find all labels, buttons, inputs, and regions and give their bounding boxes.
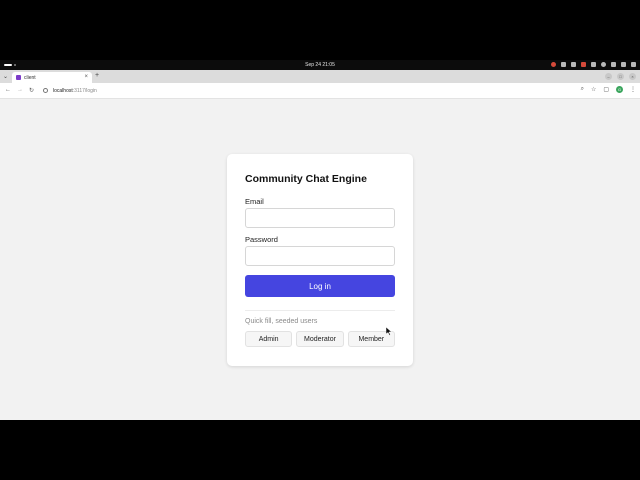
reload-icon[interactable]: ↻: [29, 87, 34, 94]
zoom-icon[interactable]: ⌕: [581, 86, 584, 93]
tab-search-icon[interactable]: ⌄: [3, 73, 8, 80]
tab-strip: ⌄ client × + – □ ×: [0, 70, 640, 83]
extensions-icon[interactable]: ▢: [603, 86, 609, 93]
screen: Sep 24 21:05 ⌄ client × + – □ × ← → ↻ lo…: [0, 0, 640, 480]
login-button[interactable]: Log in: [245, 275, 395, 297]
quick-fill-admin-button[interactable]: Admin: [245, 331, 293, 347]
divider: [245, 310, 395, 311]
page-content: Community Chat Engine Email Password Log…: [0, 99, 640, 420]
password-label: Password: [245, 235, 278, 244]
system-tray[interactable]: [551, 62, 636, 67]
mouse-cursor-icon: [386, 327, 392, 336]
favicon-icon: [16, 75, 21, 80]
new-tab-button[interactable]: +: [95, 72, 99, 79]
url-path: :3117/login: [72, 87, 97, 94]
network-icon[interactable]: [601, 62, 606, 67]
quick-fill-label: Quick fill, seeded users: [245, 318, 318, 325]
url-host: localhost: [53, 87, 73, 94]
toolbar-actions: ⌕ ☆ ▢ G ⋮: [581, 86, 636, 93]
clock[interactable]: Sep 24 21:05: [0, 62, 640, 68]
maximize-icon[interactable]: □: [617, 73, 624, 80]
wifi-icon[interactable]: [611, 62, 616, 67]
browser-toolbar: ← → ↻ localhost:3117/login ⌕ ☆ ▢ G ⋮: [0, 83, 640, 99]
tab-title: client: [24, 74, 36, 81]
forward-icon[interactable]: →: [17, 87, 23, 93]
window-controls: – □ ×: [605, 73, 636, 80]
back-icon[interactable]: ←: [5, 87, 11, 93]
keyboard-icon[interactable]: [571, 62, 576, 67]
quick-fill-buttons: Admin Moderator Member: [245, 331, 395, 347]
display-icon[interactable]: [591, 62, 596, 67]
mic-icon[interactable]: [581, 62, 586, 67]
volume-icon[interactable]: [621, 62, 626, 67]
quick-fill-moderator-button[interactable]: Moderator: [296, 331, 344, 347]
site-info-icon[interactable]: [43, 88, 48, 93]
profile-avatar[interactable]: G: [616, 86, 623, 93]
close-window-icon[interactable]: ×: [629, 73, 636, 80]
email-field[interactable]: [245, 208, 395, 228]
tab-client[interactable]: client ×: [12, 72, 92, 83]
address-bar[interactable]: localhost:3117/login: [40, 86, 585, 96]
browser-window: ⌄ client × + – □ × ← → ↻ localhost:3117/…: [0, 70, 640, 420]
battery-icon[interactable]: [631, 62, 636, 67]
password-field[interactable]: [245, 246, 395, 266]
url-text[interactable]: localhost:3117/login: [53, 88, 97, 94]
app-indicator-icon[interactable]: [561, 62, 566, 67]
bookmark-star-icon[interactable]: ☆: [591, 86, 596, 93]
email-label: Email: [245, 197, 264, 206]
record-icon[interactable]: [551, 62, 556, 67]
page-title: Community Chat Engine: [245, 173, 367, 185]
kebab-menu-icon[interactable]: ⋮: [630, 86, 636, 93]
system-top-bar: Sep 24 21:05: [0, 60, 640, 70]
close-tab-icon[interactable]: ×: [84, 74, 88, 80]
minimize-icon[interactable]: –: [605, 73, 612, 80]
